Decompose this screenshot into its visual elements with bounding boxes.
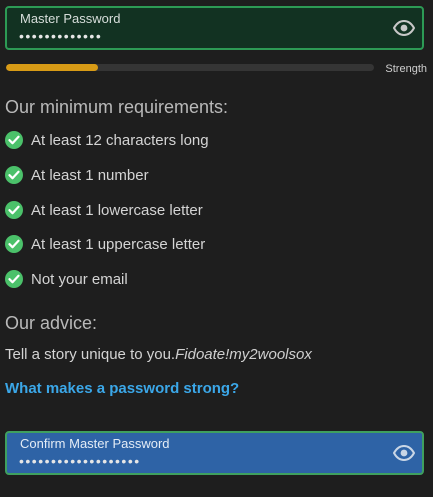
check-circle-icon bbox=[5, 166, 23, 184]
check-circle-icon bbox=[5, 131, 23, 149]
advice-example-password: Fidoate!my2woolsox bbox=[175, 346, 312, 363]
requirement-label: At least 12 characters long bbox=[31, 131, 209, 149]
requirement-item: At least 12 characters long bbox=[5, 130, 209, 150]
requirement-label: At least 1 uppercase letter bbox=[31, 235, 206, 253]
confirm-password-field[interactable]: Confirm Master Password ••••••••••••••••… bbox=[5, 431, 424, 475]
requirement-item: At least 1 uppercase letter bbox=[5, 234, 205, 254]
confirm-password-label: Confirm Master Password bbox=[20, 436, 170, 451]
requirement-label: At least 1 lowercase letter bbox=[31, 201, 203, 219]
requirement-item: Not your email bbox=[5, 269, 128, 289]
advice-text: Tell a story unique to you.Fidoate!my2wo… bbox=[5, 346, 312, 363]
check-circle-icon bbox=[5, 270, 23, 288]
requirement-item: At least 1 lowercase letter bbox=[5, 200, 203, 220]
password-strength-help-link[interactable]: What makes a password strong? bbox=[5, 380, 239, 397]
confirm-password-input[interactable]: ••••••••••••••••••• bbox=[19, 453, 141, 469]
requirement-item: At least 1 number bbox=[5, 165, 149, 185]
master-password-label: Master Password bbox=[20, 11, 121, 26]
strength-label: Strength bbox=[385, 63, 427, 75]
requirement-label: At least 1 number bbox=[31, 166, 149, 184]
eye-icon[interactable] bbox=[392, 444, 416, 462]
check-circle-icon bbox=[5, 201, 23, 219]
requirement-label: Not your email bbox=[31, 270, 128, 288]
requirements-heading: Our minimum requirements: bbox=[5, 97, 229, 117]
strength-meter-fill bbox=[6, 64, 98, 71]
eye-icon[interactable] bbox=[392, 19, 416, 37]
master-password-field[interactable]: Master Password ••••••••••••• bbox=[5, 6, 424, 50]
advice-sentence: Tell a story unique to you. bbox=[5, 346, 176, 363]
check-circle-icon bbox=[5, 235, 23, 253]
advice-heading: Our advice: bbox=[5, 313, 98, 333]
strength-meter bbox=[6, 64, 374, 71]
master-password-input[interactable]: ••••••••••••• bbox=[19, 28, 102, 44]
